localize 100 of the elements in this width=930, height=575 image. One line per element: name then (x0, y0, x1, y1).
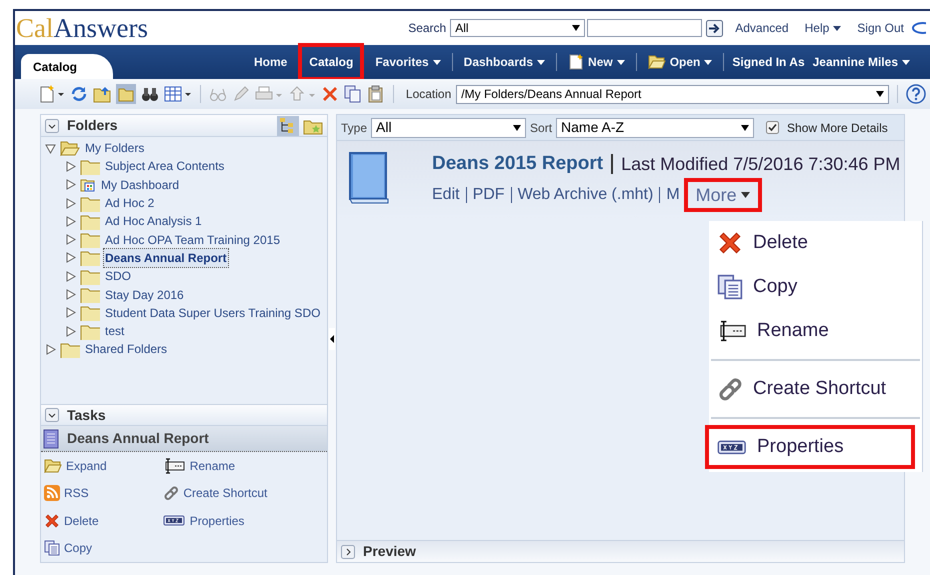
expand-triangle-icon[interactable] (65, 160, 76, 172)
expand-triangle-icon[interactable] (65, 270, 76, 282)
expand-triangle-icon[interactable] (65, 252, 76, 264)
sort-dropdown[interactable]: Name A-Z (556, 118, 754, 138)
grid-icon[interactable] (164, 85, 192, 103)
checkbox[interactable] (766, 121, 780, 134)
search-field[interactable] (587, 19, 702, 37)
task-link[interactable]: RSS (64, 484, 89, 502)
dropdown-arrow-icon[interactable] (741, 124, 750, 130)
tree-item[interactable]: My Dashboard (100, 176, 180, 194)
expand-triangle-icon[interactable] (65, 307, 76, 318)
task-link[interactable]: Copy (64, 539, 92, 557)
link[interactable]: Sign Out (857, 19, 904, 37)
catalog-tab[interactable]: Catalog (21, 54, 113, 79)
tree-item[interactable]: Shared Folders (84, 340, 168, 358)
rename-icon (163, 458, 186, 474)
menu-link[interactable]: Open (636, 53, 724, 71)
nav-link[interactable]: Home (242, 53, 298, 71)
expand-triangle-icon[interactable] (65, 289, 76, 300)
caret-icon (740, 192, 750, 198)
folder-icon (648, 55, 666, 69)
menu-item[interactable]: Rename (709, 309, 922, 353)
logo-text: Cal (16, 14, 54, 42)
collapse-icon[interactable] (45, 408, 59, 422)
search-scope-dropdown[interactable]: All (450, 19, 586, 37)
task-link[interactable]: Expand (66, 456, 107, 474)
collapse-icon[interactable] (45, 118, 59, 132)
menu-item[interactable]: Copy (709, 265, 922, 309)
link[interactable]: Advanced (735, 19, 789, 37)
dropdown-arrow-icon[interactable] (572, 25, 580, 31)
location-dropdown[interactable]: /My Folders/Deans Annual Report (456, 84, 890, 104)
location-label: Location (406, 86, 452, 103)
tree-item[interactable]: Stay Day 2016 (104, 286, 185, 304)
task-link[interactable]: Properties (190, 512, 244, 530)
copy-icon (717, 274, 743, 300)
expand-icon[interactable] (341, 544, 355, 558)
menu-item[interactable]: Properties (705, 425, 915, 469)
delete-icon (717, 230, 743, 256)
task-link[interactable]: Create Shortcut (183, 484, 268, 502)
menu-link[interactable]: Favorites (364, 53, 452, 71)
link[interactable]: PDF (472, 183, 505, 207)
report-icon (43, 428, 59, 448)
tree-item[interactable]: Subject Area Contents (104, 157, 226, 176)
dropdown-arrow-icon[interactable] (876, 91, 884, 97)
expand-triangle-icon[interactable] (65, 216, 76, 227)
tree-item[interactable]: Ad Hoc Analysis 1 (104, 212, 203, 230)
dropdown-arrow-icon[interactable] (513, 124, 522, 130)
folder-up-icon[interactable] (93, 85, 111, 103)
panel-title: Tasks (67, 406, 106, 424)
link[interactable]: Web Archive (.mht) (518, 183, 654, 207)
collapse-triangle-icon[interactable] (45, 142, 56, 154)
signed-in-label: Signed In As (732, 54, 805, 71)
xyz-icon (163, 514, 186, 526)
menu-item[interactable]: Delete (709, 221, 922, 265)
tree-item[interactable]: Deans Annual Report (104, 248, 228, 267)
chain-link-icon (163, 485, 180, 501)
menu-item[interactable]: Create Shortcut (709, 367, 922, 411)
report-title[interactable]: Deans 2015 Report (432, 150, 604, 178)
caret-icon (704, 60, 712, 64)
caret-icon (902, 60, 910, 64)
task-link[interactable]: Rename (190, 456, 236, 474)
binoculars-icon[interactable] (141, 85, 159, 103)
copy-icon (44, 540, 60, 556)
tree-item[interactable]: Student Data Super Users Training SDO (104, 304, 322, 322)
ring-icon (912, 21, 926, 35)
tree-item[interactable]: My Folders (84, 139, 146, 158)
xyz-icon (717, 440, 747, 454)
link[interactable]: M (666, 183, 680, 207)
checkbox-label: Show More Details (787, 120, 888, 136)
expand-triangle-icon[interactable] (45, 344, 56, 355)
user-menu[interactable]: Jeannine Miles (812, 53, 910, 71)
caret-icon (616, 60, 625, 64)
folder-icon (44, 458, 62, 472)
tree-view-icon[interactable] (277, 116, 299, 136)
help-icon[interactable] (906, 84, 926, 104)
last-modified-text: Last Modified 7/5/2016 7:30:46 PM (621, 152, 900, 176)
expand-triangle-icon[interactable] (65, 234, 76, 246)
tree-item[interactable]: Ad Hoc OPA Team Training 2015 (104, 230, 281, 249)
type-label: Type (341, 120, 368, 136)
more-menu-button[interactable]: More (684, 178, 762, 212)
task-item-title: Deans Annual Report (67, 429, 209, 448)
copy-icon[interactable] (344, 85, 362, 103)
link[interactable]: Edit (432, 183, 460, 207)
menu-link[interactable]: Dashboards (452, 53, 556, 71)
expand-triangle-icon[interactable] (65, 198, 76, 209)
expand-triangle-icon[interactable] (65, 326, 76, 337)
clipboard-icon[interactable] (366, 85, 385, 103)
search-label: Search (408, 20, 446, 37)
caret-icon (432, 60, 441, 64)
task-link[interactable]: Delete (64, 512, 99, 530)
refresh-icon[interactable] (70, 85, 88, 103)
menu-link[interactable]: Help (804, 19, 842, 37)
new-document-icon[interactable] (39, 85, 65, 103)
expand-triangle-icon[interactable] (65, 179, 76, 190)
type-dropdown[interactable]: All (371, 118, 526, 138)
tree-item[interactable]: Ad Hoc 2 (104, 194, 156, 212)
tree-item[interactable]: SDO (104, 267, 132, 286)
delete-icon[interactable] (320, 85, 339, 103)
menu-link[interactable]: New (557, 53, 636, 71)
tree-item[interactable]: test (104, 322, 126, 340)
